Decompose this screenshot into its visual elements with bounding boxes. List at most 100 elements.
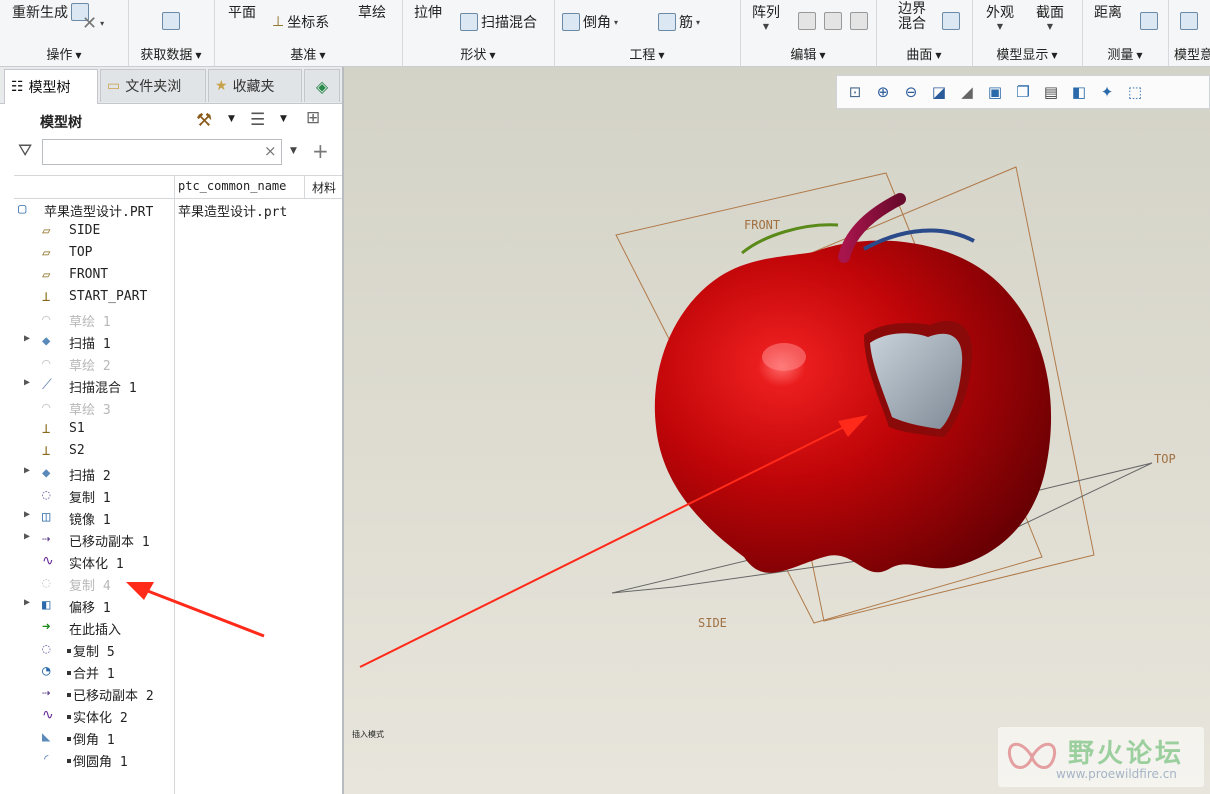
expand-arrow-icon[interactable]: ▶ <box>24 509 30 520</box>
tree-item[interactable]: ▶ ◫ 镜像 1 <box>0 506 342 528</box>
tree-item-text: 扫描 1 <box>69 333 111 352</box>
settings-tools-icon[interactable]: ⚒ <box>196 110 212 131</box>
column-header-material[interactable]: 材料 <box>312 179 342 196</box>
repaint-button[interactable]: ◪ <box>927 81 951 103</box>
tree-item[interactable]: ▶ ⟋ 扫描混合 1 <box>0 374 342 396</box>
tree-item[interactable]: ▶ ◆ 扫描 1 <box>0 330 342 352</box>
expand-arrow-icon[interactable]: ▶ <box>24 465 30 476</box>
expand-arrow-icon[interactable]: ▶ <box>24 531 30 542</box>
tree-item[interactable]: ⊥ S2 <box>0 440 342 462</box>
show-columns-icon[interactable]: ☰ <box>250 110 265 130</box>
surface-tool[interactable] <box>942 12 960 30</box>
saved-views-button[interactable]: ▣ <box>983 81 1007 103</box>
sketch-button[interactable]: 草绘 <box>358 2 386 22</box>
tree-item[interactable]: ∿ 实体化 1 <box>0 550 342 572</box>
tree-filter-icon[interactable]: ⊞ <box>306 108 320 128</box>
tree-item[interactable]: ⌒ 草绘 2 <box>0 352 342 374</box>
tree-item-label: 已移动副本 1 <box>69 535 150 550</box>
model-intent-tool[interactable] <box>1180 12 1198 30</box>
tree-item[interactable]: ◣ 倒角 1 <box>0 726 342 748</box>
ribbon-group-label[interactable]: 模型意 <box>1174 44 1210 63</box>
tree-item[interactable]: ◔ 合并 1 <box>0 660 342 682</box>
swept-blend-icon <box>460 13 478 31</box>
tree-item[interactable]: ▶ ⇢ 已移动副本 1 <box>0 528 342 550</box>
chamfer-icon: ◣ <box>42 729 51 745</box>
ribbon-group-label[interactable]: 操作 ▼ <box>0 44 128 63</box>
merge-icon: ◔ <box>42 663 51 679</box>
tree-item[interactable]: ◌ 复制 1 <box>0 484 342 506</box>
ribbon-group-label[interactable]: 基准 ▼ <box>214 44 402 63</box>
chevron-down-icon[interactable]: ▼ <box>228 114 235 124</box>
tree-item[interactable]: ⊥ START_PART <box>0 286 342 308</box>
tab-favorites[interactable]: ★ 收藏夹 <box>208 69 302 102</box>
tree-item[interactable]: ▱ SIDE <box>0 220 342 242</box>
tree-item[interactable]: ▱ FRONT <box>0 264 342 286</box>
tree-item[interactable]: ◌ 复制 4 <box>0 572 342 594</box>
ribbon-group-label[interactable]: 模型显示 ▼ <box>972 44 1082 63</box>
tree-item[interactable]: ⌒ 草绘 1 <box>0 308 342 330</box>
get-data-button[interactable] <box>162 12 180 30</box>
pattern-button[interactable]: 阵列 ▼ <box>752 2 780 31</box>
tree-item[interactable]: ▶ ◆ 扫描 2 <box>0 462 342 484</box>
tree-item[interactable]: ⌒ 草绘 3 <box>0 396 342 418</box>
edit-tools[interactable] <box>798 12 868 30</box>
filter-icon[interactable]: ⛛ <box>18 141 32 161</box>
tab-layers[interactable]: ◈ <box>304 69 340 102</box>
ribbon-group-label[interactable]: 编辑 ▼ <box>740 44 876 63</box>
tree-item[interactable]: ◌ 复制 5 <box>0 638 342 660</box>
expand-arrow-icon[interactable]: ▶ <box>24 597 30 608</box>
cancel-regenerate-button[interactable]: ✕ ▾ <box>82 13 104 34</box>
add-icon[interactable]: + <box>312 139 329 163</box>
tree-item[interactable]: ◜ 倒圆角 1 <box>0 748 342 770</box>
distance-button[interactable]: 距离 <box>1094 2 1122 22</box>
part-icon: ▢ <box>18 201 27 217</box>
tree-item[interactable]: ▶ ◧ 偏移 1 <box>0 594 342 616</box>
search-input[interactable] <box>42 139 282 165</box>
tab-model-tree[interactable]: ☷ 模型树 <box>4 69 98 104</box>
refit-button[interactable]: ⊡ <box>843 81 867 103</box>
ribbon-group-label[interactable]: 测量 ▼ <box>1082 44 1168 63</box>
folder-icon: ▭ <box>107 78 121 94</box>
datum-display-button[interactable]: ✦ <box>1095 81 1119 103</box>
expand-arrow-icon[interactable]: ▶ <box>24 333 30 344</box>
graphics-viewport[interactable]: FRONT TOP SIDE ⊡ ⊕ ⊖ ◪ ◢ ▣ ❐ ▤ ◧ ✦ ⬚ 插入模… <box>344 67 1210 794</box>
ribbon-group-label[interactable]: 工程 ▼ <box>554 44 740 63</box>
regenerate-button[interactable]: 重新生成 <box>12 2 89 22</box>
tree-item[interactable]: ▢ 苹果造型设计.PRT 苹果造型设计.prt <box>0 198 342 220</box>
appearance-button[interactable]: 外观 ▼ <box>986 2 1014 31</box>
chevron-down-icon[interactable]: ▼ <box>290 146 297 156</box>
tree-item[interactable]: ▱ TOP <box>0 242 342 264</box>
tree-item[interactable]: ⇢ 已移动副本 2 <box>0 682 342 704</box>
tree-item[interactable]: ➜ 在此插入 <box>0 616 342 638</box>
tree-item[interactable]: ∿ 实体化 2 <box>0 704 342 726</box>
top-plane-label: TOP <box>1154 452 1176 466</box>
tree-item-label: 倒圆角 1 <box>73 755 128 770</box>
model-tree-title: 模型树 <box>40 115 82 131</box>
measure-tool[interactable] <box>1140 12 1158 30</box>
extrude-button[interactable]: 拉伸 <box>414 2 442 22</box>
column-header-ptc-common-name[interactable]: ptc_common_name <box>178 179 302 193</box>
plane-button[interactable]: 平面 <box>228 2 256 22</box>
section-button[interactable]: 截面 ▼ <box>1036 2 1064 31</box>
rib-button[interactable]: 筋 ▾ <box>658 12 700 32</box>
boundary-blend-button[interactable]: 边界混合 <box>898 2 934 32</box>
display-style-button[interactable]: ◢ <box>955 81 979 103</box>
zoom-in-button[interactable]: ⊕ <box>871 81 895 103</box>
section-view-button[interactable]: ◧ <box>1067 81 1091 103</box>
ribbon-group-label[interactable]: 曲面 ▼ <box>876 44 972 63</box>
swept-blend-button[interactable]: 扫描混合 <box>460 12 537 32</box>
annotation-display-button[interactable]: ⬚ <box>1123 81 1147 103</box>
csys-button[interactable]: ⊥ 坐标系 <box>272 12 329 32</box>
expand-arrow-icon[interactable]: ▶ <box>24 377 30 388</box>
chamfer-button[interactable]: 倒角 ▾ <box>562 12 618 32</box>
chevron-down-icon[interactable]: ▼ <box>280 114 287 124</box>
view-manager-button[interactable]: ❐ <box>1011 81 1035 103</box>
ribbon-group-label[interactable]: 形状 ▼ <box>402 44 554 63</box>
tree-item-text: TOP <box>69 245 92 260</box>
tab-folder-browser[interactable]: ▭ 文件夹浏 <box>100 69 206 102</box>
ribbon-group-label[interactable]: 获取数据 ▼ <box>128 44 214 63</box>
tree-item[interactable]: ⊥ S1 <box>0 418 342 440</box>
clear-search-icon[interactable]: × <box>264 142 277 160</box>
perspective-button[interactable]: ▤ <box>1039 81 1063 103</box>
zoom-out-button[interactable]: ⊖ <box>899 81 923 103</box>
